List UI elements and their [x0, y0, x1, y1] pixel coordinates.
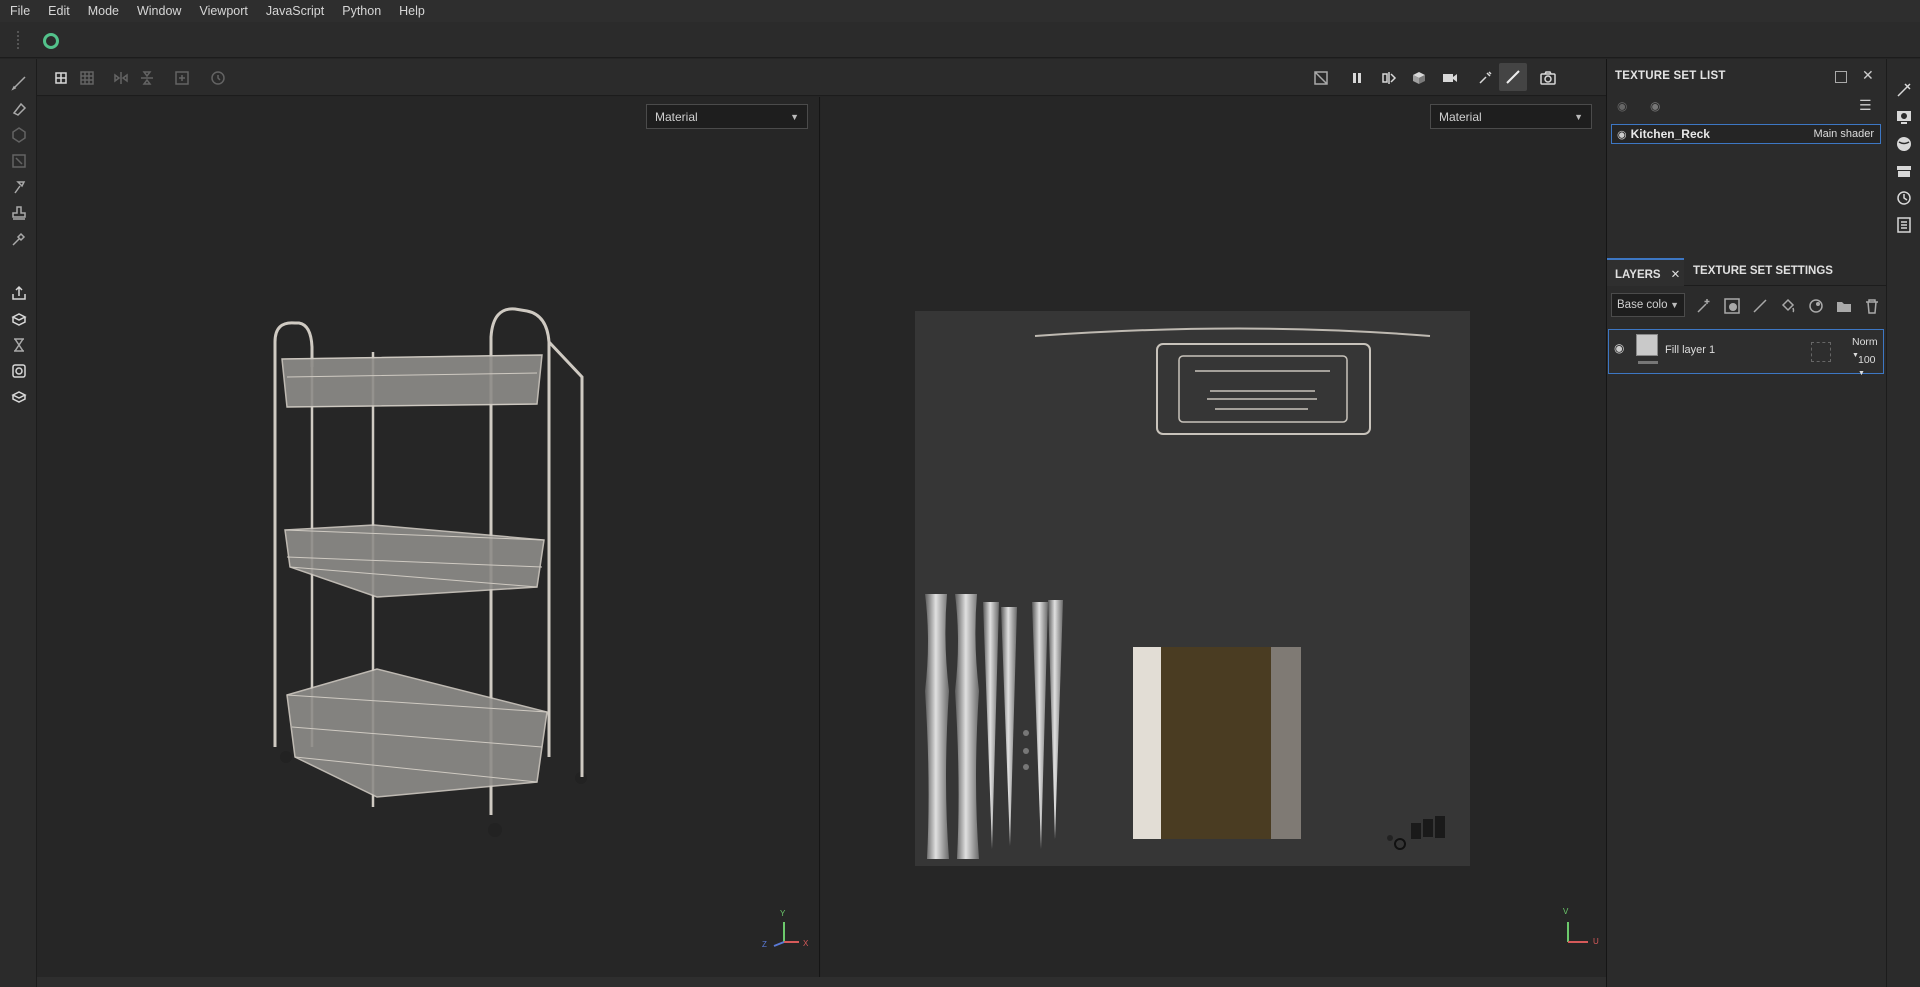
axis-u-label: U	[1593, 937, 1599, 946]
axis-v-label: V	[1563, 907, 1569, 916]
viewport-toolbar	[37, 59, 1606, 96]
layer-actions	[1695, 297, 1881, 315]
hourglass-icon[interactable]	[9, 335, 29, 355]
mirror-x-icon[interactable]	[111, 68, 131, 88]
environment-icon[interactable]	[1895, 135, 1913, 153]
screenshot-icon[interactable]	[9, 361, 29, 381]
axis-gizmo-3d	[773, 922, 799, 947]
menu-edit[interactable]: Edit	[48, 4, 70, 18]
screenshot-camera-icon[interactable]	[1538, 68, 1558, 88]
paint-brush-icon[interactable]	[9, 73, 29, 93]
export-icon[interactable]	[9, 283, 29, 303]
menu-window[interactable]: Window	[137, 4, 181, 18]
projection-icon[interactable]	[9, 125, 29, 145]
shelf-icon[interactable]	[1895, 162, 1913, 180]
material-mode-dropdown-2d[interactable]: Material ▼	[1430, 104, 1592, 129]
mask-placeholder[interactable]	[1811, 342, 1831, 362]
texture-set-name: Kitchen_Reck	[1630, 127, 1710, 141]
tool-sidebar	[0, 59, 37, 987]
texture-set-row[interactable]: ◉ Kitchen_Reck Main shader	[1611, 124, 1881, 144]
viewport-3d[interactable]: Material ▼ Y X Z	[37, 97, 820, 977]
close-tab-icon[interactable]: ✕	[1671, 269, 1681, 281]
add-mask-icon[interactable]	[1723, 297, 1741, 315]
hide-selection-icon[interactable]	[1311, 68, 1331, 88]
menu-bar: File Edit Mode Window Viewport JavaScript Pyth…	[0, 0, 1920, 22]
close-icon[interactable]: ✕	[1862, 67, 1874, 84]
pause-icon[interactable]	[1347, 68, 1367, 88]
uv-texture-sheet[interactable]	[915, 311, 1470, 866]
paint-mode-icon[interactable]	[1499, 63, 1527, 91]
color-picker-icon[interactable]	[9, 229, 29, 249]
grid-select-icon[interactable]	[51, 68, 71, 88]
plugin-bar	[0, 22, 1920, 58]
menu-python[interactable]: Python	[342, 4, 381, 18]
plugin-logo-icon[interactable]	[43, 33, 59, 49]
particle-brush-icon[interactable]	[1475, 68, 1495, 88]
add-fill-layer-icon[interactable]	[1779, 297, 1797, 315]
layer-thumbnail	[1636, 334, 1658, 356]
uv-islands	[925, 327, 1445, 859]
texture-set-options-icon[interactable]: ☰	[1859, 97, 1872, 114]
eye-icon[interactable]: ◉	[1650, 99, 1660, 113]
tab-texture-set-settings[interactable]: TEXTURE SET SETTINGS	[1685, 258, 1841, 286]
toolbar-grip[interactable]	[17, 31, 20, 49]
bake-icon[interactable]	[9, 309, 29, 329]
add-paint-layer-icon[interactable]	[1751, 297, 1769, 315]
axis-x-label: X	[803, 939, 809, 948]
menu-viewport[interactable]: Viewport	[199, 4, 247, 18]
add-smart-material-icon[interactable]	[1807, 297, 1825, 315]
delete-layer-icon[interactable]	[1863, 297, 1881, 315]
layers-tabs: LAYERS ✕ TEXTURE SET SETTINGS	[1607, 258, 1887, 286]
opacity-value[interactable]: 100 ▼	[1858, 354, 1883, 378]
shader-name[interactable]: Main shader	[1813, 128, 1874, 140]
menu-mode[interactable]: Mode	[88, 4, 119, 18]
cube-icon[interactable]	[1409, 68, 1429, 88]
kitchen-cart-model	[273, 307, 587, 837]
menu-javascript[interactable]: JavaScript	[266, 4, 324, 18]
add-effect-icon[interactable]	[1695, 297, 1713, 315]
status-bar	[37, 977, 1606, 987]
eye-icon[interactable]: ◉	[1614, 341, 1624, 355]
channel-dropdown[interactable]: Base colo ▼	[1611, 293, 1685, 317]
visibility-toggle-all-icon[interactable]: ◉	[1617, 99, 1627, 113]
right-icon-strip	[1886, 59, 1920, 987]
layer-thumbnail-bar	[1638, 361, 1658, 364]
clone-stamp-icon[interactable]	[9, 203, 29, 223]
eraser-icon[interactable]	[9, 99, 29, 119]
shelf-icon[interactable]	[9, 387, 29, 407]
brush-settings-icon[interactable]	[1895, 81, 1913, 99]
undock-icon[interactable]	[1835, 71, 1847, 83]
menu-help[interactable]: Help	[399, 4, 425, 18]
tile-grid-icon[interactable]	[77, 68, 97, 88]
texture-set-list-title: TEXTURE SET LIST	[1615, 70, 1726, 82]
history-icon[interactable]	[1895, 189, 1913, 207]
menu-file[interactable]: File	[10, 4, 30, 18]
layer-row[interactable]: ◉ Fill layer 1 Norm ▼ 100 ▼	[1608, 329, 1884, 377]
reset-view-icon[interactable]	[208, 68, 228, 88]
camera-icon[interactable]	[1440, 68, 1460, 88]
axis-z-label: Z	[762, 940, 767, 949]
tab-layers[interactable]: LAYERS ✕	[1607, 258, 1684, 286]
split-view-icon[interactable]	[1379, 68, 1399, 88]
add-folder-icon[interactable]	[1835, 297, 1853, 315]
mirror-y-icon[interactable]	[137, 68, 157, 88]
smudge-icon[interactable]	[9, 177, 29, 197]
right-panel: TEXTURE SET LIST ✕ ◉ ◉ ☰ ◉ Kitchen_Reck …	[1606, 59, 1887, 987]
polygon-fill-icon[interactable]	[9, 151, 29, 171]
add-view-icon[interactable]	[172, 68, 192, 88]
layer-name[interactable]: Fill layer 1	[1665, 344, 1715, 356]
log-icon[interactable]	[1895, 216, 1913, 234]
display-settings-icon[interactable]	[1895, 108, 1913, 126]
axis-y-label: Y	[780, 909, 786, 918]
eye-icon[interactable]: ◉	[1617, 128, 1627, 141]
